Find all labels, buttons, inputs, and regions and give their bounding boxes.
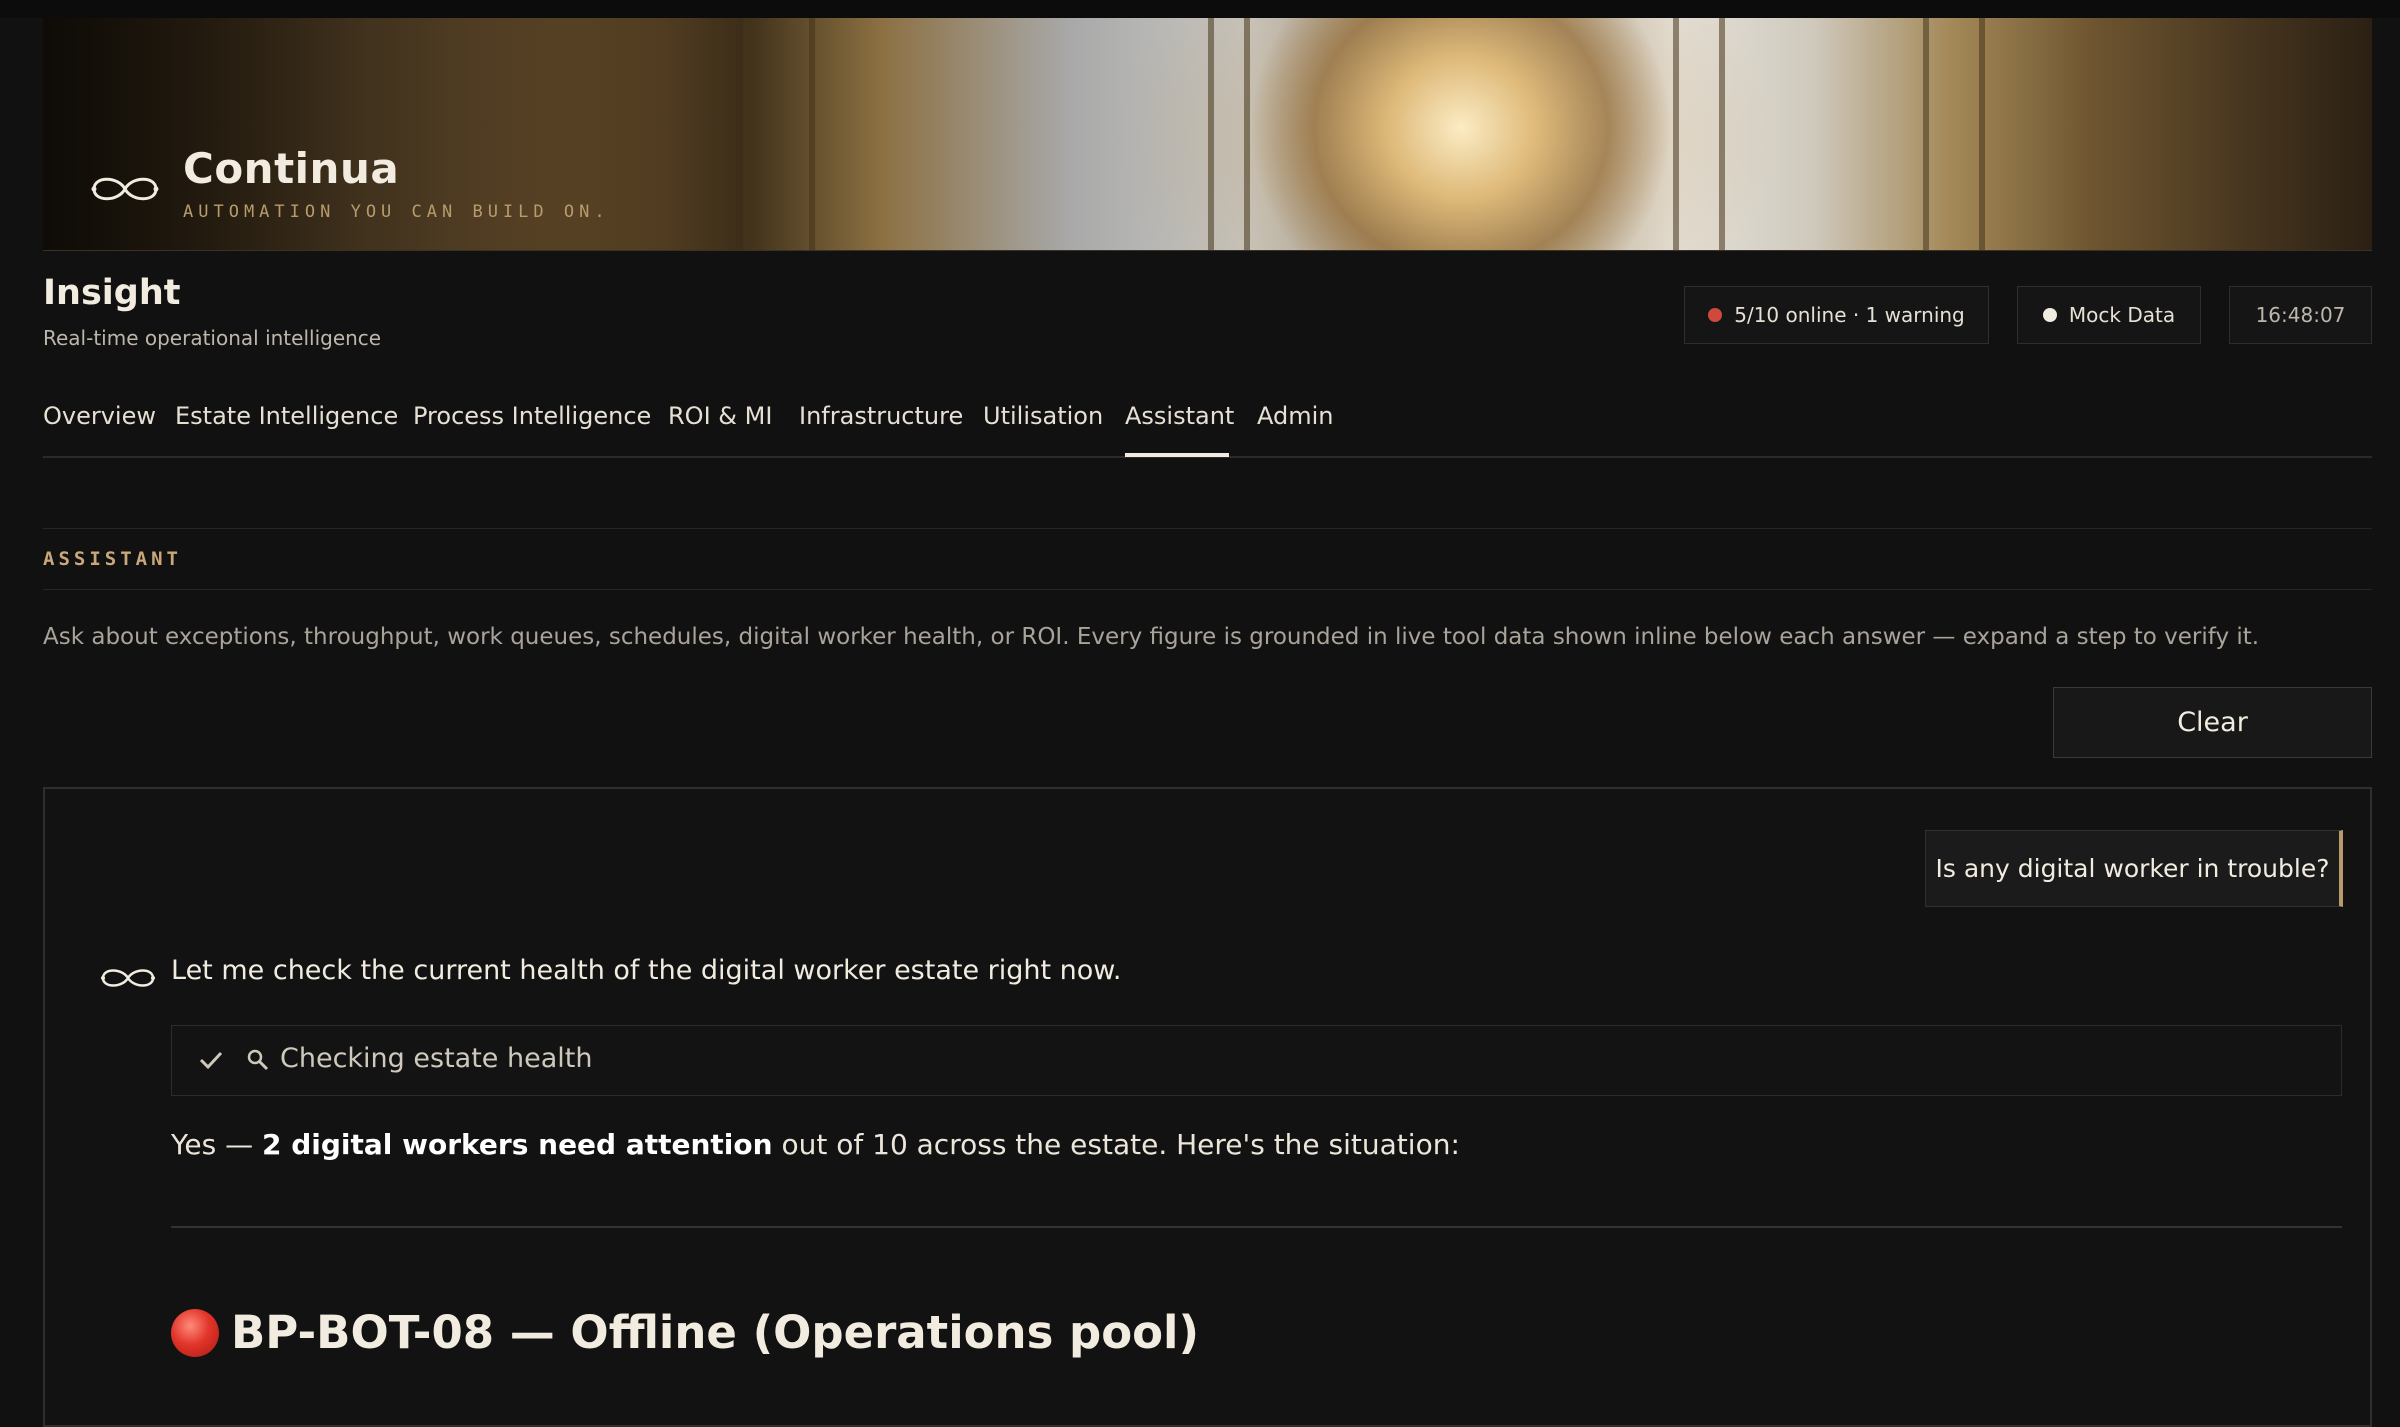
- check-icon: [199, 1051, 223, 1070]
- tool-step-label: Checking estate health: [280, 1043, 593, 1074]
- answer-suffix: out of 10 across the estate. Here's the …: [772, 1128, 1460, 1161]
- data-source-toggle[interactable]: Mock Data: [2017, 286, 2201, 344]
- answer-prefix: Yes —: [171, 1128, 262, 1161]
- data-source-label: Mock Data: [2068, 303, 2176, 327]
- tool-step-estate-health[interactable]: Checking estate health: [171, 1025, 2342, 1096]
- tab-process-intelligence[interactable]: Process Intelligence: [413, 402, 651, 430]
- data-source-dot-icon: [2042, 308, 2057, 322]
- online-status-text: 5/10 online · 1 warning: [1734, 303, 1965, 327]
- status-dot-icon: [1708, 308, 1723, 322]
- tab-overview[interactable]: Overview: [43, 402, 156, 430]
- tab-utilisation[interactable]: Utilisation: [983, 402, 1103, 430]
- tab-infrastructure[interactable]: Infrastructure: [799, 402, 963, 430]
- tab-estate-intelligence[interactable]: Estate Intelligence: [175, 402, 398, 430]
- red-circle-icon: [171, 1308, 219, 1357]
- assistant-intro-message: Let me check the current health of the d…: [171, 955, 1122, 986]
- tab-admin[interactable]: Admin: [1257, 402, 1334, 430]
- tab-bar: Overview Estate Intelligence Process Int…: [43, 398, 2372, 458]
- section-label: ASSISTANT: [43, 548, 182, 570]
- top-edge: [0, 0, 2400, 18]
- active-tab-indicator: [1125, 453, 1229, 457]
- assistant-description: Ask about exceptions, throughput, work q…: [43, 624, 2260, 650]
- finding-heading: BP-BOT-08 — Offline (Operations pool): [171, 1306, 1199, 1359]
- clear-button[interactable]: Clear: [2053, 687, 2372, 758]
- finding-heading-text: BP-BOT-08 — Offline (Operations pool): [231, 1306, 1200, 1359]
- tab-roi-mi[interactable]: ROI & MI: [668, 402, 772, 430]
- tab-assistant[interactable]: Assistant: [1125, 402, 1234, 430]
- page-subtitle: Real-time operational intelligence: [43, 326, 382, 350]
- answer-highlight: 2 digital workers need attention: [262, 1128, 773, 1161]
- divider: [43, 528, 2372, 529]
- search-icon: [247, 1049, 269, 1071]
- divider: [43, 589, 2372, 590]
- assistant-answer: Yes — 2 digital workers need attention o…: [171, 1128, 1460, 1161]
- brand-tagline: AUTOMATION YOU CAN BUILD ON.: [183, 202, 610, 222]
- answer-divider: [171, 1226, 2342, 1228]
- brand-name: Continua: [183, 144, 400, 193]
- page-title: Insight: [43, 273, 181, 313]
- clock: 16:48:07: [2229, 286, 2372, 344]
- online-status-badge: 5/10 online · 1 warning: [1684, 286, 1989, 344]
- assistant-avatar-icon: [101, 969, 155, 987]
- user-message: Is any digital worker in trouble?: [1925, 830, 2343, 907]
- continua-logo-icon: [91, 177, 159, 201]
